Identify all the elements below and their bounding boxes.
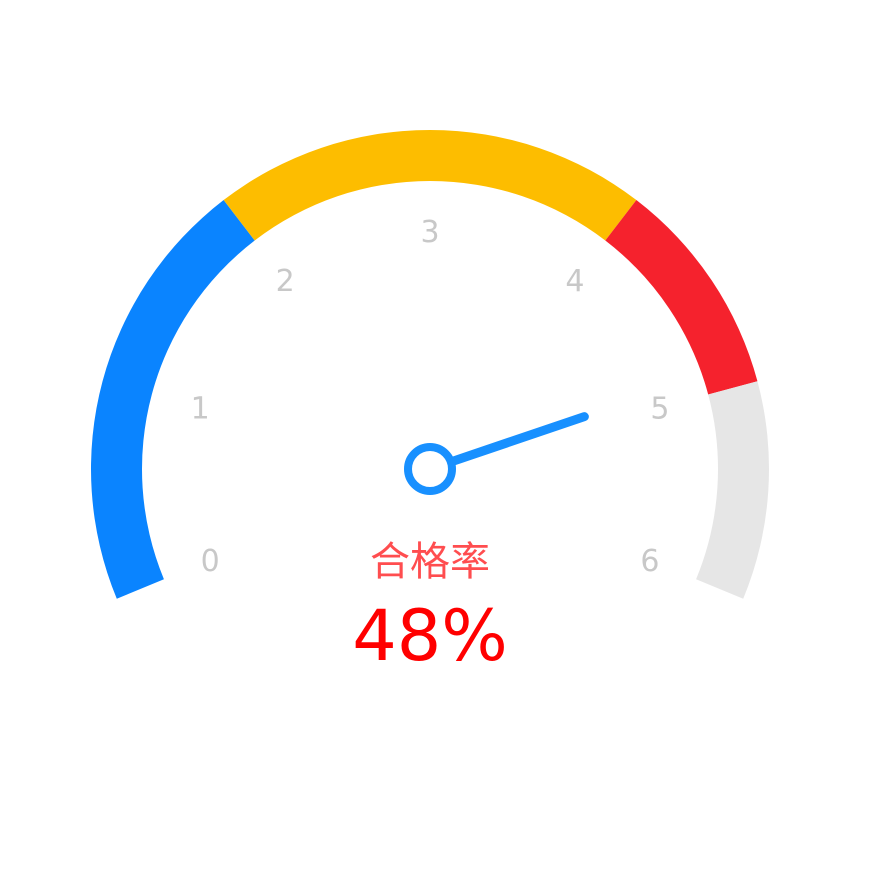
tick-label-1: 1 bbox=[191, 391, 210, 426]
tick-label-6: 6 bbox=[640, 544, 659, 579]
gauge-tick-labels: 0 1 2 3 4 5 6 bbox=[191, 215, 670, 579]
gauge-band-3 bbox=[696, 381, 770, 599]
gauge-title: 合格率 bbox=[370, 539, 490, 585]
tick-label-4: 4 bbox=[565, 264, 584, 299]
tick-label-2: 2 bbox=[276, 264, 295, 299]
gauge-bands bbox=[90, 129, 770, 599]
gauge-value: 48% bbox=[352, 595, 508, 677]
gauge-needle-hub bbox=[404, 443, 456, 495]
gauge-chart: 0 1 2 3 4 5 6 合格率 48% bbox=[90, 129, 770, 677]
tick-label-0: 0 bbox=[201, 544, 220, 579]
gauge-band-0 bbox=[90, 200, 255, 599]
tick-label-5: 5 bbox=[650, 391, 669, 426]
gauge-pointer bbox=[404, 412, 589, 495]
tick-label-3: 3 bbox=[420, 215, 439, 250]
gauge-band-2 bbox=[605, 200, 758, 395]
